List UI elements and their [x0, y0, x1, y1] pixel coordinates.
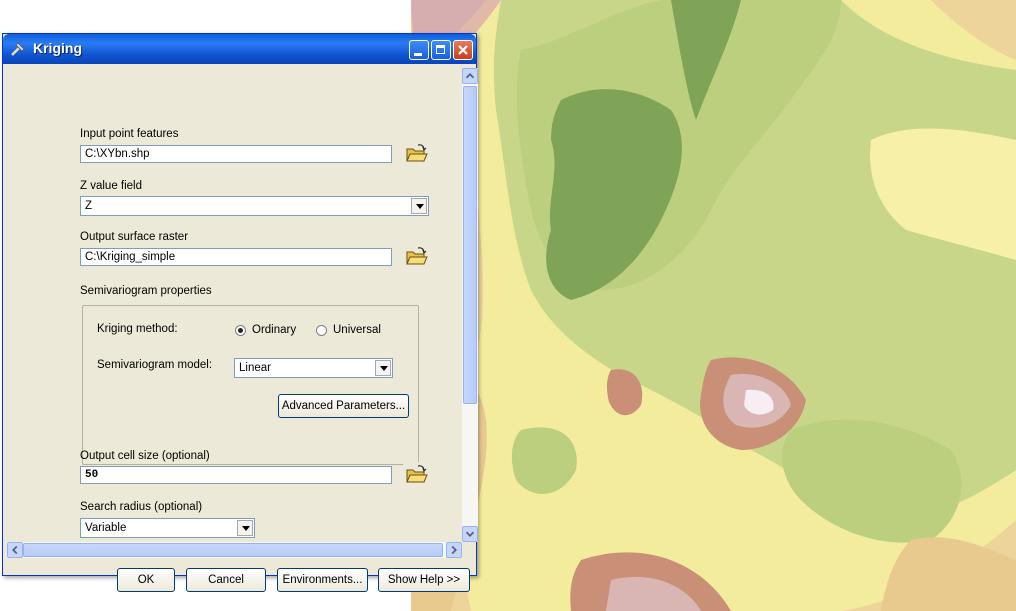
output-surface-raster-field[interactable]: C:\Kriging_simple — [80, 248, 392, 266]
environments-button[interactable]: Environments... — [277, 568, 368, 592]
z-value-field-dropdown[interactable]: Z — [80, 196, 429, 216]
maximize-button[interactable] — [431, 40, 451, 60]
semivariogram-model-value: Linear — [239, 362, 271, 374]
vertical-scrollbar[interactable] — [462, 68, 478, 542]
z-value-field-label: Z value field — [80, 180, 143, 192]
maximize-icon — [436, 45, 445, 54]
close-button[interactable] — [453, 40, 473, 60]
universal-radio[interactable] — [316, 325, 327, 336]
kriging-dialog: Kriging Input point features C:\XYbn.shp… — [2, 33, 478, 592]
ok-button[interactable]: OK — [117, 568, 175, 592]
z-value-field-value: Z — [85, 200, 93, 212]
chevron-left-icon — [12, 545, 18, 555]
chevron-right-icon — [451, 545, 457, 555]
output-browse-button[interactable] — [403, 244, 429, 270]
advanced-parameters-button[interactable]: Advanced Parameters... — [278, 394, 409, 418]
chevron-down-icon[interactable] — [411, 198, 427, 214]
ordinary-label[interactable]: Ordinary — [252, 324, 296, 336]
scroll-left-button[interactable] — [7, 542, 23, 558]
scroll-right-button[interactable] — [446, 542, 462, 558]
dialog-content: Input point features C:\XYbn.shp Z value… — [7, 68, 462, 542]
ordinary-radio[interactable] — [235, 325, 246, 336]
close-icon — [458, 45, 468, 55]
output-cell-size-field[interactable]: 50 — [80, 466, 392, 484]
chevron-down-icon — [465, 531, 475, 537]
open-folder-icon — [406, 465, 428, 483]
window-title: Kriging — [33, 40, 82, 56]
show-help-button[interactable]: Show Help >> — [378, 568, 470, 592]
input-point-features-field[interactable]: C:\XYbn.shp — [80, 145, 392, 163]
semivariogram-model-dropdown[interactable]: Linear — [234, 358, 393, 378]
output-surface-raster-label: Output surface raster — [80, 231, 189, 243]
open-folder-icon — [406, 247, 428, 265]
horizontal-scroll-thumb[interactable] — [23, 543, 443, 557]
input-browse-button[interactable] — [403, 141, 429, 167]
chevron-down-icon[interactable] — [237, 520, 253, 536]
cell-size-browse-button[interactable] — [403, 462, 429, 488]
chevron-down-icon[interactable] — [375, 360, 391, 376]
output-cell-size-label: Output cell size (optional) — [80, 450, 210, 462]
kriging-method-label: Kriging method: — [97, 323, 178, 335]
search-radius-value: Variable — [85, 522, 127, 534]
universal-label[interactable]: Universal — [333, 324, 381, 336]
input-point-features-label: Input point features — [80, 128, 179, 140]
open-folder-icon — [406, 144, 428, 162]
vertical-scroll-thumb[interactable] — [463, 86, 477, 404]
kriging-surface-map — [411, 0, 1016, 611]
semivariogram-model-label: Semivariogram model: — [97, 359, 213, 371]
search-radius-label: Search radius (optional) — [80, 501, 203, 513]
hammer-icon — [11, 42, 25, 56]
minimize-button[interactable] — [409, 40, 429, 60]
semivariogram-properties-label: Semivariogram properties — [80, 285, 212, 297]
horizontal-scrollbar[interactable] — [7, 542, 462, 558]
semivariogram-groupbox: Kriging method: Ordinary Universal Semiv… — [82, 305, 419, 465]
minimize-icon — [414, 53, 422, 56]
chevron-up-icon — [465, 73, 475, 79]
scroll-up-button[interactable] — [462, 68, 478, 84]
search-radius-dropdown[interactable]: Variable — [80, 518, 255, 538]
title-bar[interactable]: Kriging — [3, 34, 476, 64]
scroll-down-button[interactable] — [462, 526, 478, 542]
cancel-button[interactable]: Cancel — [186, 568, 266, 592]
